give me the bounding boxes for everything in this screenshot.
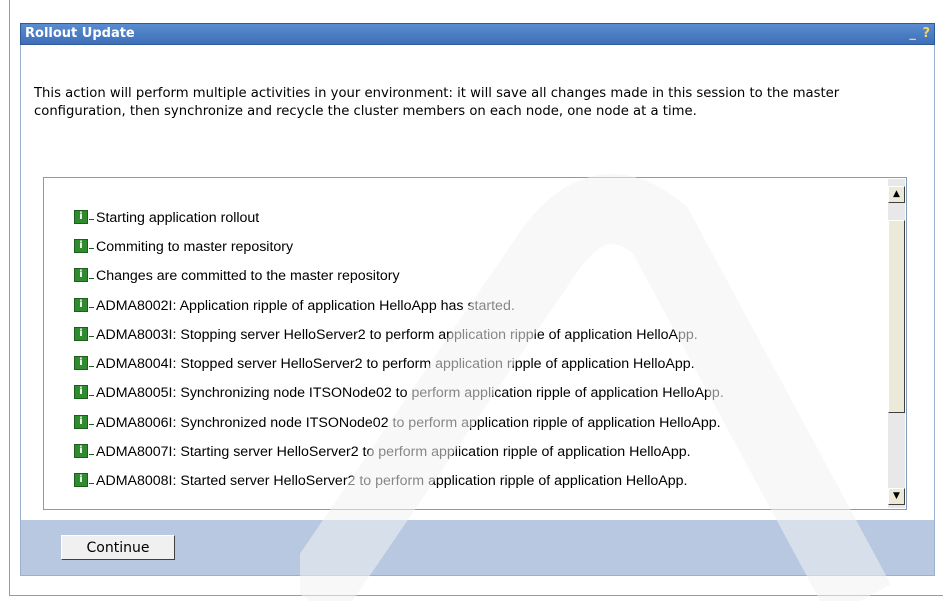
arrow-icon [89,365,94,367]
log-text: Changes are committed to the master repo… [96,268,400,285]
log-entry: i ADMA8007I: Starting server HelloServer2… [74,437,724,466]
info-icon: i [74,297,88,312]
log-text: ADMA8008I: Started server HelloServer2 t… [96,473,688,490]
minimize-help-icons[interactable]: _ ? [909,26,931,41]
info-icon: i [74,414,88,429]
arrow-icon [89,453,94,455]
arrow-icon [89,307,94,309]
log-entry: i Commiting to master repository [74,232,724,261]
continue-button[interactable]: Continue [61,535,175,560]
log-entry: i ADMA8002I: Application ripple of applic… [74,291,724,320]
info-icon: i [74,209,88,224]
arrow-icon [89,394,94,396]
log-text: ADMA8006I: Synchronized node ITSONode02 … [96,414,721,431]
info-icon: i [74,326,88,341]
log-entry: i ADMA8005I: Synchronizing node ITSONode0… [74,379,724,408]
log-text: Starting application rollout [96,209,260,226]
arrow-icon [89,277,94,279]
log-scrollbar[interactable]: ▲ ▼ [888,179,905,508]
info-icon: i [74,268,88,283]
log-text: ADMA8002I: Application ripple of applica… [96,297,515,314]
log-entry: i ADMA8006I: Synchronized node ITSONode02… [74,408,724,437]
arrow-icon [89,482,94,484]
log-text: ADMA8004I: Stopped server HelloServer2 t… [96,356,695,373]
info-icon: i [74,444,88,459]
window-titlebar: Rollout Update _ ? [20,23,935,45]
intro-text: This action will perform multiple activi… [34,86,840,119]
log-text: Commiting to master repository [96,238,294,255]
log-entry: i ADMA8008I: Started server HelloServer2 … [74,467,724,496]
log-entry: i Changes are committed to the master rep… [74,262,724,291]
rollout-log: i Starting application rollout i Commiting… [43,177,907,510]
log-text: ADMA8007I: Starting server HelloServer2 … [96,444,691,461]
arrow-icon [89,424,94,426]
arrow-icon [89,336,94,338]
log-entry: i ADMA8003I: Stopping server HelloServer2… [74,320,724,349]
log-text: ADMA8005I: Synchronizing node ITSONode02… [96,385,724,402]
log-entry: i Starting application rollout [74,203,724,232]
log-text: ADMA8003I: Stopping server HelloServer2 … [96,326,698,343]
scroll-down-button[interactable]: ▼ [888,488,905,505]
info-icon: i [74,385,88,400]
scroll-up-button[interactable]: ▲ [888,186,905,203]
arrow-icon [89,248,94,250]
info-icon: i [74,356,88,371]
window-title: Rollout Update [25,26,135,41]
info-icon: i [74,238,88,253]
info-icon: i [74,473,88,488]
log-entry: i ADMA8004I: Stopped server HelloServer2 … [74,349,724,378]
log-list: i Starting application rollout i Commiting… [74,203,724,496]
arrow-icon [89,219,94,221]
scroll-thumb[interactable] [888,220,905,413]
